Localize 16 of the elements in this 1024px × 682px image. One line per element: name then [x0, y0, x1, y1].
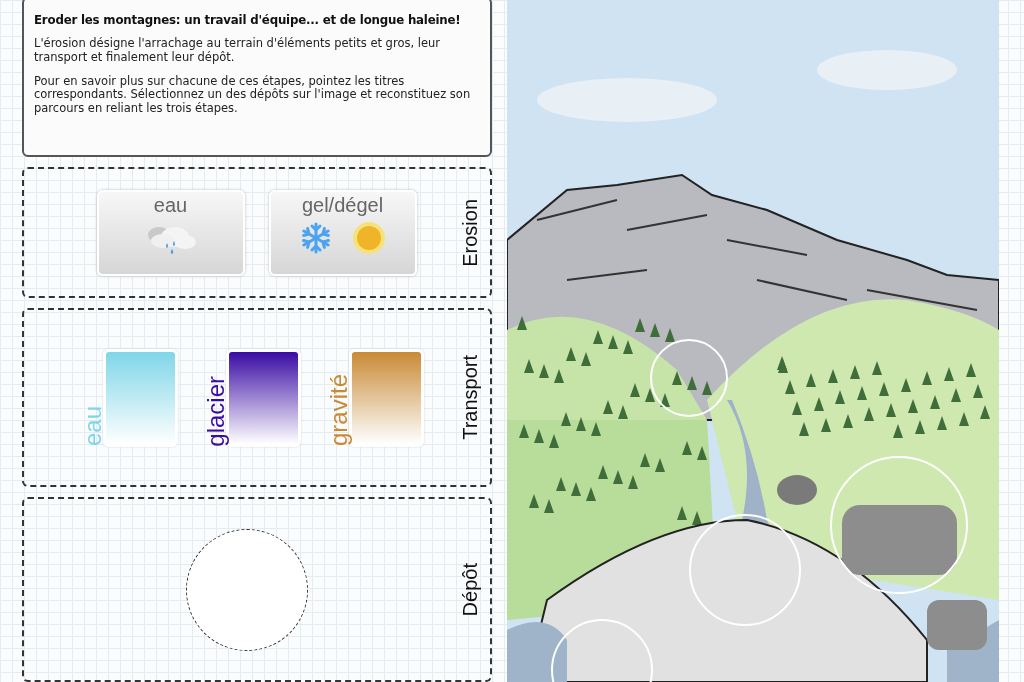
- intro-title: Eroder les montagnes: un travail d'équipe... et de longue haleine!: [34, 13, 462, 27]
- intro-paragraph: Pour en savoir plus sur chacune de ces étapes, pointez les titres correspondants. Sélectionnez un des dépôts sur l'image et reconstituez son parcours en reliant les trois étapes.: [34, 74, 472, 116]
- deposit-label[interactable]: Dépôt: [459, 562, 482, 617]
- snowflake-icon: [299, 221, 332, 254]
- intro-paragraph: L'érosion désigne l'arrachage au terrain d'éléments petits et gros, leur transport et finalement leur dépôt.: [34, 37, 441, 65]
- erosion-label[interactable]: Erosion: [459, 198, 482, 267]
- deposit-hotspot[interactable]: [689, 514, 801, 626]
- transport-agent-label: glacier: [204, 374, 228, 447]
- erosion-card[interactable]: eau: [96, 189, 245, 276]
- sun-icon: [351, 220, 386, 255]
- transport-agent-label: eau: [81, 405, 105, 447]
- deposit-hotspot[interactable]: [650, 339, 728, 417]
- erosion-card[interactable]: gel/dégel: [268, 189, 417, 276]
- deposit-hotspot[interactable]: [830, 456, 968, 594]
- transport-agent-label: gravité: [327, 373, 351, 447]
- transport-label[interactable]: Transport: [459, 355, 482, 440]
